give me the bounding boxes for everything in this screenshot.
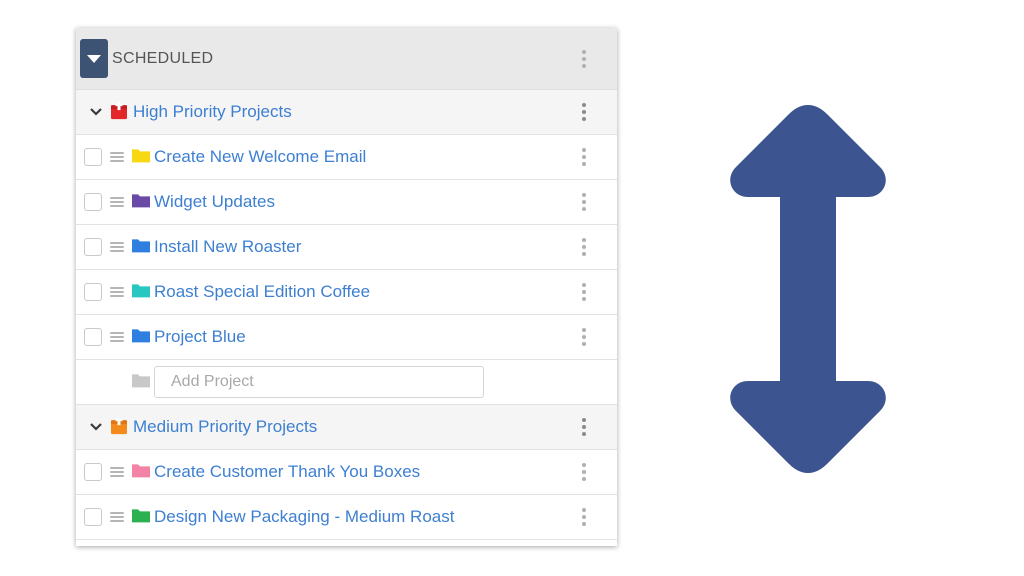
item-label[interactable]: Widget Updates bbox=[154, 192, 275, 212]
list-item: Install New Roaster bbox=[76, 225, 617, 270]
chevron-down-icon[interactable] bbox=[90, 422, 102, 432]
item-checkbox[interactable] bbox=[84, 148, 102, 166]
drag-handle-icon[interactable] bbox=[110, 467, 124, 477]
list-item: Roast Special Edition Coffee bbox=[76, 270, 617, 315]
item-checkbox[interactable] bbox=[84, 283, 102, 301]
item-label[interactable]: Roast Special Edition Coffee bbox=[154, 282, 370, 302]
scheduled-panel: SCHEDULED High Priority Projects Create … bbox=[76, 28, 617, 546]
list-item: Create Customer Thank You Boxes bbox=[76, 450, 617, 495]
drag-handle-icon[interactable] bbox=[110, 512, 124, 522]
item-label[interactable]: Design New Packaging - Medium Roast bbox=[154, 507, 454, 527]
section-title: SCHEDULED bbox=[112, 50, 214, 67]
item-checkbox[interactable] bbox=[84, 193, 102, 211]
group-label[interactable]: Medium Priority Projects bbox=[133, 417, 317, 437]
group-header-medium-priority: Medium Priority Projects bbox=[76, 405, 617, 450]
box-icon bbox=[111, 102, 127, 120]
list-item: Project Blue bbox=[76, 315, 617, 360]
drag-handle-icon[interactable] bbox=[110, 152, 124, 162]
list-item: Create New Welcome Email bbox=[76, 135, 617, 180]
item-menu-icon[interactable] bbox=[581, 463, 587, 481]
item-checkbox[interactable] bbox=[84, 508, 102, 526]
add-project-row bbox=[76, 360, 617, 405]
drag-handle-icon[interactable] bbox=[110, 242, 124, 252]
item-menu-icon[interactable] bbox=[581, 328, 587, 346]
item-menu-icon[interactable] bbox=[581, 283, 587, 301]
drag-handle-icon[interactable] bbox=[110, 332, 124, 342]
chevron-down-icon[interactable] bbox=[90, 107, 102, 117]
vertical-double-arrow-icon bbox=[730, 105, 886, 473]
group-header-high-priority: High Priority Projects bbox=[76, 90, 617, 135]
section-header: SCHEDULED bbox=[76, 28, 617, 90]
group-menu-icon[interactable] bbox=[581, 418, 587, 436]
add-project-input[interactable] bbox=[154, 366, 484, 398]
folder-icon bbox=[132, 239, 150, 253]
folder-icon bbox=[132, 284, 150, 298]
folder-icon bbox=[132, 329, 150, 343]
item-menu-icon[interactable] bbox=[581, 193, 587, 211]
list-item: Design New Packaging - Medium Roast bbox=[76, 495, 617, 540]
drag-handle-icon[interactable] bbox=[110, 197, 124, 207]
group-label[interactable]: High Priority Projects bbox=[133, 102, 292, 122]
item-label[interactable]: Install New Roaster bbox=[154, 237, 301, 257]
item-menu-icon[interactable] bbox=[581, 508, 587, 526]
drag-handle-icon[interactable] bbox=[110, 287, 124, 297]
item-label[interactable]: Create New Welcome Email bbox=[154, 147, 366, 167]
box-icon bbox=[111, 417, 127, 435]
item-label[interactable]: Create Customer Thank You Boxes bbox=[154, 462, 420, 482]
folder-icon bbox=[132, 374, 150, 388]
item-label[interactable]: Project Blue bbox=[154, 327, 246, 347]
caret-down-icon bbox=[87, 54, 101, 63]
item-menu-icon[interactable] bbox=[581, 238, 587, 256]
item-checkbox[interactable] bbox=[84, 463, 102, 481]
folder-icon bbox=[132, 149, 150, 163]
list-item: Widget Updates bbox=[76, 180, 617, 225]
item-checkbox[interactable] bbox=[84, 328, 102, 346]
item-menu-icon[interactable] bbox=[581, 148, 587, 166]
folder-icon bbox=[132, 464, 150, 478]
folder-icon bbox=[132, 509, 150, 523]
item-checkbox[interactable] bbox=[84, 238, 102, 256]
section-menu-icon[interactable] bbox=[581, 49, 587, 68]
folder-icon bbox=[132, 194, 150, 208]
group-menu-icon[interactable] bbox=[581, 103, 587, 121]
collapse-section-button[interactable] bbox=[80, 39, 108, 78]
